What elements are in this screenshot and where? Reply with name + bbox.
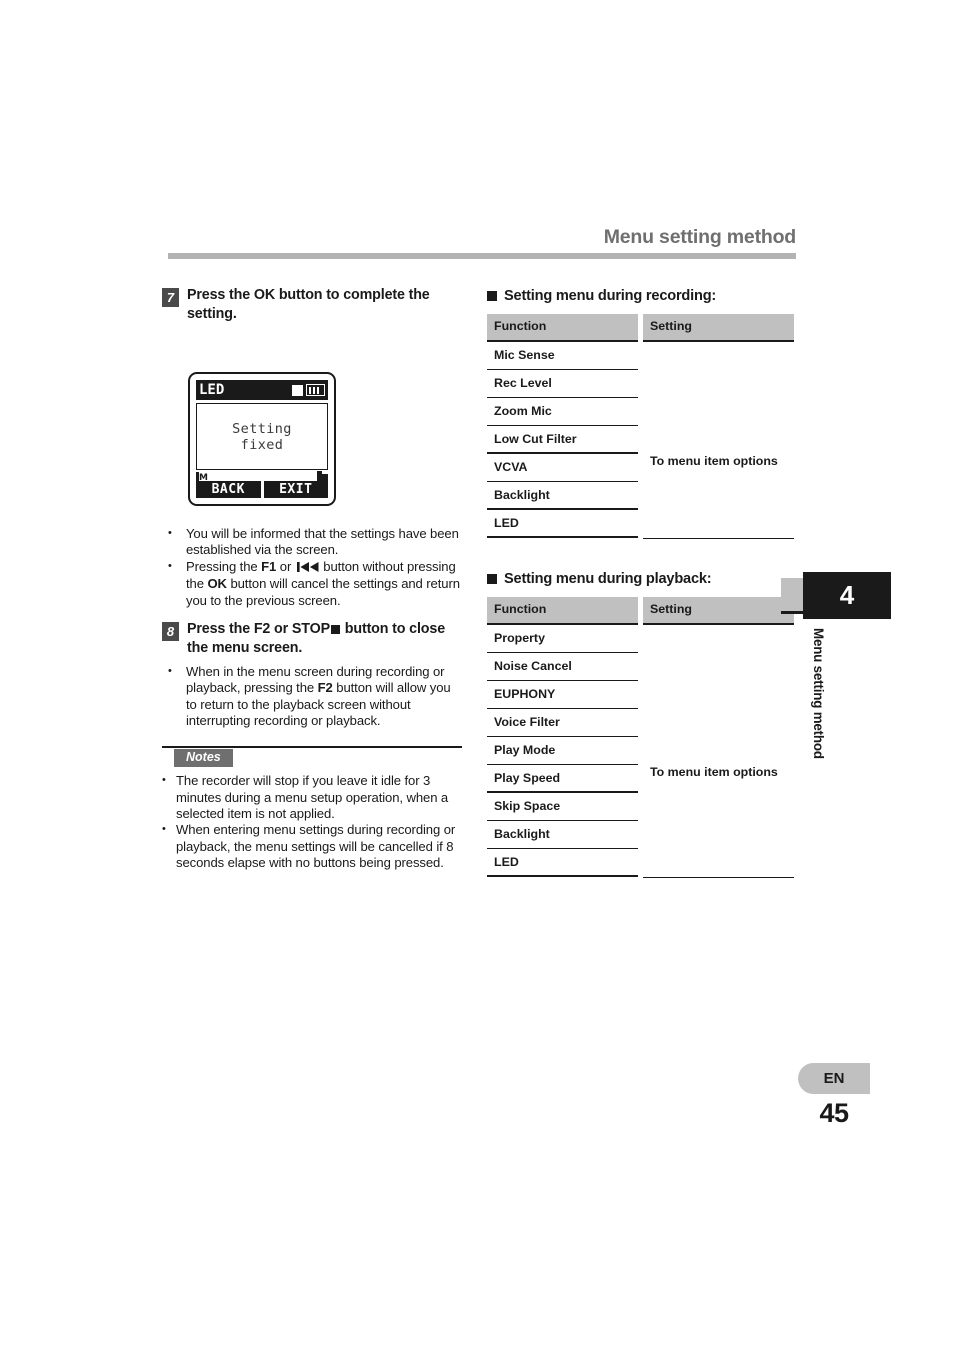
recording-menu-table: Function Mic Sense Rec Level Zoom Mic Lo… [487,314,794,539]
right-column: Setting menu during recording: Function … [487,286,794,878]
notes-rule [162,745,462,749]
table-row: Rec Level [487,370,638,398]
table-row: Zoom Mic [487,398,638,426]
list-item: When in the menu screen during recording… [162,663,462,730]
lcd-message-line-2: fixed [240,436,284,453]
list-item: Pressing the F1 or button without pressi… [162,558,462,609]
notes-list: The recorder will stop if you leave it i… [162,772,462,871]
table-row: Backlight [487,482,638,510]
step-8: 8 Press the F2 or STOP button to close t… [162,620,462,658]
table-row: Play Mode [487,737,638,765]
language-badge: EN [798,1063,870,1094]
square-bullet-icon [487,291,497,301]
step-8-number: 8 [162,622,179,642]
table-row: Noise Cancel [487,653,638,681]
lcd-message-line-1: Setting [232,420,292,437]
step-7-bold-ok: OK [253,287,275,303]
step-8-text: Press the F2 or STOP button to close the… [187,620,462,658]
section-heading-recording-label: Setting menu during recording: [504,288,717,304]
playback-menu-table: Function Property Noise Cancel EUPHONY V… [487,597,794,878]
step-8-text-before: Press the [187,621,254,638]
table-row: LED [487,849,638,877]
lcd-status-label: LED [199,382,225,398]
list-item: You will be informed that the settings h… [162,525,462,559]
recording-setting-value: To menu item options [650,454,778,468]
notes-block: Notes The recorder will stop if you leav… [162,745,462,872]
table-row: VCVA [487,454,638,482]
running-header: Menu setting method [168,225,796,259]
column-header-function: Function [487,597,638,625]
lcd-inner: LED Setting fixed M BACK EXIT [196,380,328,498]
lcd-soft-keys: BACK EXIT [196,481,328,498]
step-8-bullet-list: When in the menu screen during recording… [162,663,462,730]
table-row: Skip Space [487,793,638,821]
lcd-status-bar: LED [196,380,328,400]
recorder-lcd-illustration: LED Setting fixed M BACK EXIT [188,372,340,510]
table-row: Backlight [487,821,638,849]
step-7-text-before: Press the [187,287,254,303]
table-row: LED [487,510,638,538]
table-row: Mic Sense [487,342,638,370]
left-column: 7 Press the OK button to complete the se… [162,286,462,872]
section-heading-recording: Setting menu during recording: [487,286,794,306]
column-header-setting: Setting [643,597,794,625]
step-7-bullet-list: You will be informed that the settings h… [162,525,462,609]
card-icon [292,384,303,396]
softkey-back[interactable]: BACK [196,481,261,498]
playback-function-column: Function Property Noise Cancel EUPHONY V… [487,597,638,878]
section-heading-playback: Setting menu during playback: [487,569,794,589]
page-number: 45 [819,1098,849,1128]
recording-setting-column: Setting To menu item options [643,314,794,539]
chapter-number-tab: 4 [803,572,891,619]
recording-function-column: Function Mic Sense Rec Level Zoom Mic Lo… [487,314,638,539]
playback-setting-column: Setting To menu item options [643,597,794,878]
table-row: Play Speed [487,765,638,793]
column-header-function: Function [487,314,638,342]
table-row: Property [487,625,638,653]
chapter-tab-stub [781,578,803,614]
step-7: 7 Press the OK button to complete the se… [162,286,462,324]
header-rule [168,253,796,259]
list-item: When entering menu settings during recor… [162,821,462,871]
page-title: Menu setting method [603,226,796,248]
softkey-exit[interactable]: EXIT [263,481,328,498]
battery-icon [306,384,325,396]
section-heading-playback-label: Setting menu during playback: [504,571,712,587]
playback-setting-value: To menu item options [650,765,778,779]
notes-label: Notes [174,749,233,768]
chapter-vertical-title: Menu setting method [811,628,826,759]
column-header-setting: Setting [643,314,794,342]
lcd-message-area: Setting fixed [196,403,328,470]
lcd-bezel: LED Setting fixed M BACK EXIT [188,372,336,506]
step-8-bold-stop: STOP [291,621,330,638]
stop-icon [330,624,340,634]
step-7-number: 7 [162,288,179,307]
list-item: The recorder will stop if you leave it i… [162,772,462,822]
rewind-icon [296,560,319,576]
lcd-figure-area: LED Setting fixed M BACK EXIT [162,324,462,520]
step-8-text-mid: or [270,621,292,638]
square-bullet-icon [487,574,497,584]
table-row: Voice Filter [487,709,638,737]
table-row: EUPHONY [487,681,638,709]
step-8-bold-f2: F2 [253,621,271,638]
table-row: Low Cut Filter [487,426,638,454]
step-7-text: Press the OK button to complete the sett… [187,286,462,324]
